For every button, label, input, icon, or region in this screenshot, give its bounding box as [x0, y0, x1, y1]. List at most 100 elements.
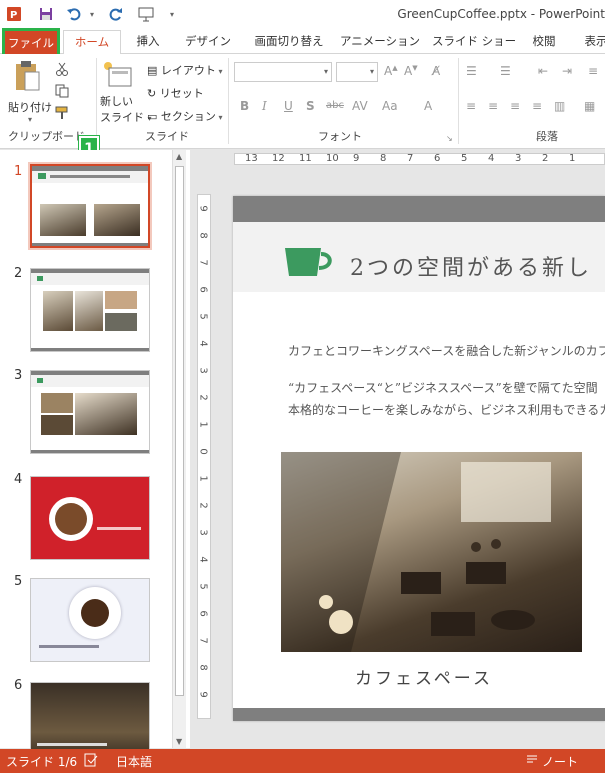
- slide-body-line[interactable]: カフェとコワーキングスペースを融合した新ジャンルのカフ: [288, 342, 605, 359]
- grow-font-icon[interactable]: A▲: [384, 64, 398, 78]
- undo-dropdown-icon[interactable]: ▾: [84, 6, 100, 22]
- bold-icon[interactable]: B: [240, 99, 249, 113]
- new-slide-icon: [100, 60, 152, 93]
- ruler-tick-label: 7: [197, 259, 209, 266]
- font-launcher-icon[interactable]: ↘: [446, 134, 453, 143]
- line-spacing-icon[interactable]: ≡: [588, 64, 598, 78]
- redo-icon[interactable]: [108, 6, 124, 22]
- language-indicator[interactable]: 日本語: [116, 753, 152, 770]
- slide-number: 4: [14, 472, 23, 487]
- paste-button[interactable]: 貼り付け ▾: [8, 60, 52, 124]
- ruler-tick-label: 13: [245, 153, 258, 164]
- align-right-icon[interactable]: ≡: [510, 99, 520, 113]
- notes-icon[interactable]: [526, 753, 538, 768]
- scroll-down-icon[interactable]: ▼: [176, 737, 182, 746]
- ruler-tick-label: 4: [197, 556, 209, 563]
- increase-indent-icon[interactable]: ⇥: [562, 64, 572, 78]
- slide-number: 1: [14, 164, 23, 179]
- new-slide-label-1: 新しい: [100, 95, 133, 108]
- section-button[interactable]: ▭ セクション ▾: [147, 108, 222, 124]
- undo-icon[interactable]: [66, 6, 82, 22]
- italic-icon[interactable]: I: [262, 99, 267, 113]
- decrease-indent-icon[interactable]: ⇤: [538, 64, 548, 78]
- tab-view[interactable]: 表示: [578, 30, 605, 54]
- font-name-select[interactable]: ▾: [234, 62, 332, 82]
- shrink-font-icon[interactable]: A▼: [404, 64, 418, 78]
- copy-icon[interactable]: [55, 84, 69, 101]
- slide-thumbnail-3[interactable]: [30, 370, 150, 454]
- new-slide-button[interactable]: 新しい スライド ▾: [100, 60, 152, 125]
- vertical-ruler: 9 8 7 6 5 4 3 2 1 0 1 2 3 4 5 6 7 8 9: [197, 194, 211, 719]
- slide-title[interactable]: 2つの空間がある新し: [350, 250, 592, 282]
- align-left-icon[interactable]: ≡: [466, 99, 476, 113]
- tab-design[interactable]: デザイン: [180, 30, 236, 54]
- ruler-tick-label: 4: [488, 153, 495, 164]
- photo-caption[interactable]: カフェスペース: [355, 664, 493, 689]
- slide-thumbnail-2[interactable]: [30, 268, 150, 352]
- slide-number: 3: [14, 368, 23, 383]
- slide-body-line[interactable]: “カフェスペース“と”ビジネススペース”を壁で隔てた空間: [288, 379, 598, 396]
- layout-button[interactable]: ▤ レイアウト ▾: [147, 62, 222, 78]
- svg-text:P: P: [10, 10, 17, 21]
- clipboard-group-label: クリップボード: [8, 130, 85, 143]
- slide-thumbnail-5[interactable]: [30, 578, 150, 662]
- font-group-label: フォント: [318, 130, 362, 143]
- reset-button[interactable]: ↻ リセット: [147, 85, 204, 101]
- slide-counter: スライド 1/6: [6, 755, 78, 769]
- slide-canvas[interactable]: 2つの空間がある新し カフェとコワーキングスペースを融合した新ジャンルのカフ “…: [233, 196, 605, 721]
- save-icon[interactable]: [38, 6, 54, 22]
- scrollbar-thumb[interactable]: [175, 166, 184, 696]
- align-center-icon[interactable]: ≡: [488, 99, 498, 113]
- slide-thumbnail-1[interactable]: [28, 162, 152, 250]
- format-painter-icon[interactable]: [55, 106, 69, 123]
- ruler-tick-label: 7: [197, 637, 209, 644]
- cafe-photo[interactable]: [281, 452, 582, 652]
- ruler-tick-label: 11: [299, 153, 312, 164]
- slide-top-bar: [233, 196, 605, 222]
- notes-button[interactable]: ノート: [542, 753, 578, 770]
- tab-review[interactable]: 校閲: [526, 30, 562, 54]
- scroll-up-icon[interactable]: ▲: [176, 152, 182, 161]
- bullets-icon[interactable]: ☰: [466, 64, 477, 78]
- ribbon: 貼り付け ▾ クリップボード ↘ 1 新しい スライド ▾ ▤ レイアウト ▾ …: [0, 54, 605, 159]
- slide-body-line[interactable]: 本格的なコーヒーを楽しみながら、ビジネス利用もできるカ: [288, 401, 605, 418]
- chevron-down-icon: ▾: [369, 67, 374, 76]
- slide-number: 5: [14, 574, 23, 589]
- tab-slideshow[interactable]: スライド ショー: [432, 30, 516, 54]
- powerpoint-icon[interactable]: P: [6, 6, 22, 22]
- tab-transitions[interactable]: 画面切り替え: [250, 30, 328, 54]
- slide-thumbnails-panel: 1 2 3 4 5 6: [0, 150, 190, 766]
- underline-icon[interactable]: U: [284, 99, 293, 113]
- paste-dropdown-icon[interactable]: ▾: [8, 115, 52, 124]
- ruler-tick-label: 2: [542, 153, 549, 164]
- ruler-tick-label: 3: [515, 153, 522, 164]
- status-bar: スライド 1/6 日本語 ノート: [0, 749, 605, 773]
- coffee-cup-icon: [285, 248, 332, 276]
- distributed-icon[interactable]: ▥: [554, 99, 565, 113]
- slide-bottom-bar: [233, 708, 605, 721]
- clear-format-icon[interactable]: A̸: [432, 64, 440, 78]
- ruler-tick-label: 1: [197, 421, 209, 428]
- justify-icon[interactable]: ≡: [532, 99, 542, 113]
- spellcheck-icon[interactable]: [84, 753, 98, 770]
- tab-insert[interactable]: 挿入: [130, 30, 166, 54]
- numbering-icon[interactable]: ☰: [500, 64, 511, 78]
- clipboard-icon: [8, 60, 52, 97]
- cut-icon[interactable]: [55, 62, 69, 79]
- shadow-icon[interactable]: S: [306, 99, 315, 113]
- start-slideshow-icon[interactable]: [138, 6, 154, 22]
- character-spacing-icon[interactable]: AV: [352, 99, 368, 113]
- tab-home[interactable]: ホーム: [63, 30, 121, 55]
- columns-icon[interactable]: ▦: [584, 99, 595, 113]
- slide-thumbnail-4[interactable]: [30, 476, 150, 560]
- font-size-select[interactable]: ▾: [336, 62, 378, 82]
- customize-toolbar-icon[interactable]: ▾: [164, 6, 180, 22]
- thumbnail-scrollbar[interactable]: ▲ ▼: [172, 150, 186, 748]
- tab-animations[interactable]: アニメーション: [340, 30, 420, 54]
- ruler-tick-label: 8: [197, 664, 209, 671]
- font-color-icon[interactable]: A: [424, 99, 432, 113]
- strikethrough-icon[interactable]: abc: [326, 100, 344, 111]
- layout-icon: ▤: [147, 64, 158, 77]
- ruler-tick-label: 6: [197, 286, 209, 293]
- change-case-icon[interactable]: Aa: [382, 99, 398, 113]
